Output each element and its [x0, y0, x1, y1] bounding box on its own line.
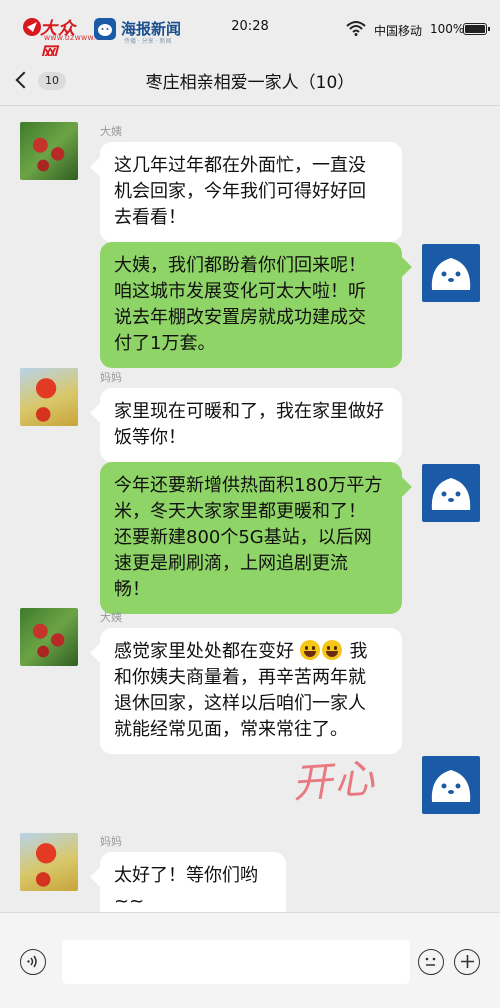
seal-avatar[interactable] [422, 464, 480, 522]
message-line: 付了1万套。 [114, 333, 216, 354]
message-line: 咱这城市发展变化可太大啦！听 [114, 281, 366, 302]
message-line: 去看看！ [114, 207, 186, 228]
apple-tree-avatar[interactable] [20, 122, 78, 180]
sender-name: 妈妈 [100, 835, 122, 848]
sender-name: 大姨 [100, 611, 122, 624]
status-time: 20:28 [231, 19, 269, 34]
voice-button[interactable] [20, 949, 46, 975]
seal-avatar[interactable] [422, 244, 480, 302]
message-bubble[interactable]: 今年还要新增供热面积180万平方 米，冬天大家家里都更暖和了！ 还要新建800个… [100, 462, 402, 614]
message-line: 畅！ [114, 579, 150, 600]
message-line: 太好了！等你们哟~~ [114, 865, 258, 912]
chat-title: 枣庄相亲相爱一家人（10） [145, 73, 355, 93]
message-line: 说去年棚改安置房就成功建成交 [114, 307, 366, 328]
message-list[interactable]: 大姨 这几年过年都在外面忙，一直没 机会回家，今年我们可得好好回 去看看！ 大姨… [0, 106, 500, 926]
happy-sticker[interactable]: 开心 [290, 745, 394, 812]
message-bubble[interactable]: 这几年过年都在外面忙，一直没 机会回家，今年我们可得好好回 去看看！ [100, 142, 402, 242]
haibao-logo-sub: 传播 · 分享 · 新闻 [124, 38, 172, 45]
sender-name: 妈妈 [100, 371, 122, 384]
message-line: 我 [343, 641, 368, 662]
message-line: 大姨，我们都盼着你们回来呢！ [114, 255, 366, 276]
grinning-emoji-icon [321, 640, 342, 660]
seal-avatar[interactable] [422, 756, 480, 814]
grinning-emoji-icon [299, 640, 320, 660]
message-bubble[interactable]: 感觉家里处处都在变好 我 和你姨夫商量着，再辛苦两年就 退休回家，这样以后咱们一… [100, 628, 402, 754]
message-line: 感觉家里处处都在变好 [114, 641, 300, 662]
battery-icon [463, 23, 490, 35]
message-line: 就能经常见面，常来常往了。 [114, 719, 348, 740]
sender-name: 大姨 [100, 125, 122, 138]
battery-percent: 100% [430, 22, 465, 36]
message-line: 这几年过年都在外面忙，一直没 [114, 155, 366, 176]
message-line: 机会回家，今年我们可得好好回 [114, 181, 366, 202]
seal-icon [431, 478, 471, 510]
message-line: 速更是刷刷滴，上网追剧更流 [114, 553, 348, 574]
message-line: 米，冬天大家家里都更暖和了！ [114, 501, 366, 522]
wifi-icon [346, 21, 366, 36]
message-line: 退休回家，这样以后咱们一家人 [114, 693, 366, 714]
message-line: 还要新建800个5G基站，以后网 [114, 527, 372, 548]
message-line: 饭等你！ [114, 427, 186, 448]
more-button[interactable] [454, 949, 480, 975]
message-line: 和你姨夫商量着，再辛苦两年就 [114, 667, 366, 688]
message-bubble[interactable]: 大姨，我们都盼着你们回来呢！ 咱这城市发展变化可太大啦！听 说去年棚改安置房就成… [100, 242, 402, 368]
seal-icon [431, 258, 471, 290]
message-line: 今年还要新增供热面积180万平方 [114, 475, 383, 496]
pomegranate-avatar[interactable] [20, 833, 78, 891]
carrier-name: 中国移动 [374, 24, 423, 38]
input-bar [0, 912, 500, 1008]
pomegranate-avatar[interactable] [20, 368, 78, 426]
chat-header: 10 枣庄相亲相爱一家人（10） [0, 56, 500, 106]
message-input[interactable] [62, 940, 410, 984]
message-line: 家里现在可暖和了，我在家里做好 [114, 401, 384, 422]
smiley-icon [425, 957, 436, 966]
seal-icon [431, 770, 471, 802]
message-bubble[interactable]: 家里现在可暖和了，我在家里做好 饭等你！ [100, 388, 402, 462]
plus-icon [460, 955, 474, 968]
status-bar: 大众网 WWW.DZWWW.COM 海报新闻 传播 · 分享 · 新闻 20:2… [0, 0, 500, 64]
emoji-button[interactable] [418, 949, 444, 975]
voice-icon [26, 955, 37, 968]
apple-tree-avatar[interactable] [20, 608, 78, 666]
